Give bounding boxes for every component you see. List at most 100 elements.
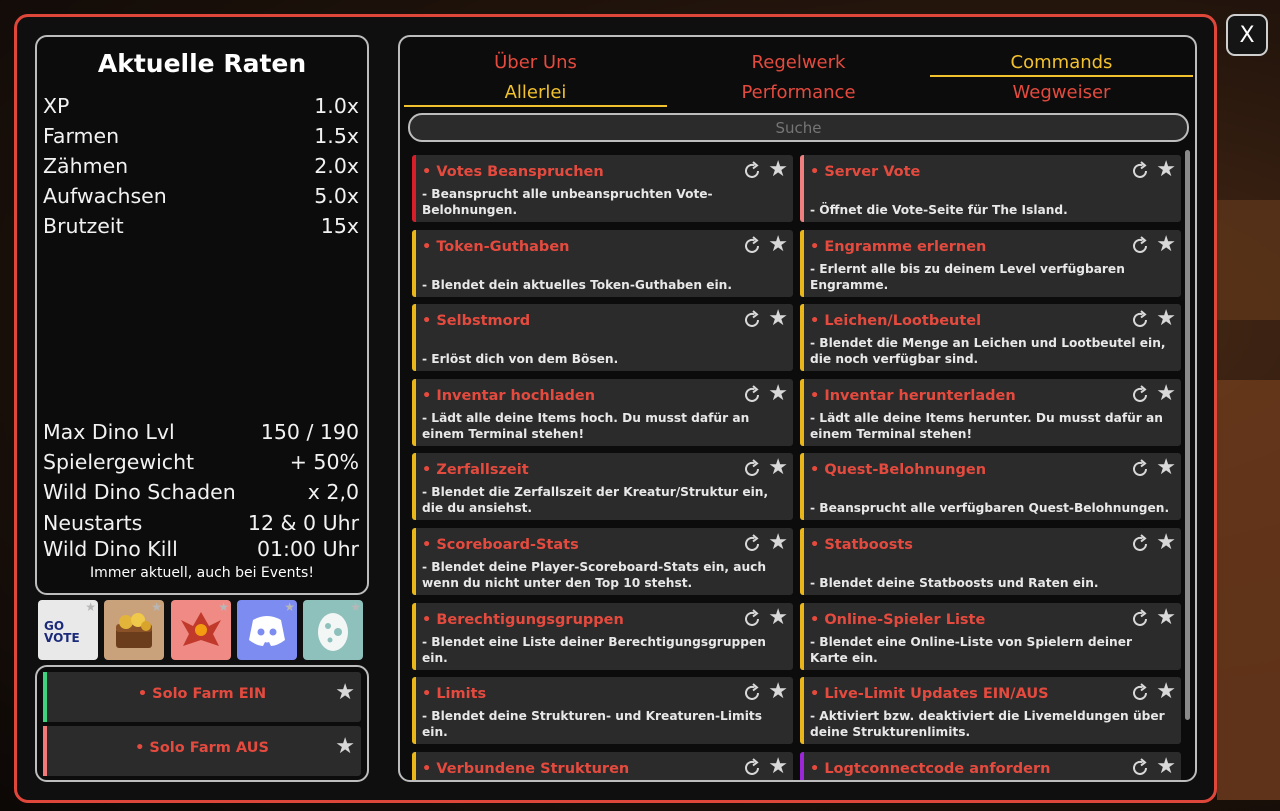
tab-regelwerk[interactable]: Regelwerk (667, 49, 930, 77)
treasure-shortcut[interactable]: ★ (104, 600, 164, 660)
go-vote-shortcut[interactable]: GO VOTE ★ (38, 600, 98, 660)
rate-label: Neustarts (43, 511, 143, 535)
rate-label: Wild Dino Kill (43, 537, 178, 561)
command-card[interactable]: • Engramme erlernen - Erlernt alle bis zu… (800, 229, 1181, 297)
refresh-icon[interactable] (1129, 160, 1151, 182)
solo-farm-card[interactable]: • Solo Farm EIN ★ (43, 672, 361, 722)
rate-label: Aufwachsen (43, 184, 167, 208)
favorite-star-icon[interactable]: ★ (1156, 605, 1176, 630)
favorite-star-icon[interactable]: ★ (768, 381, 788, 406)
command-name: • Online-Spieler Liste (810, 611, 986, 628)
favorite-star-icon[interactable]: ★ (335, 734, 355, 759)
favorite-star-icon[interactable]: ★ (1156, 381, 1176, 406)
refresh-icon[interactable] (1129, 533, 1151, 555)
refresh-icon[interactable] (741, 533, 763, 555)
favorite-star-icon[interactable]: ★ (768, 530, 788, 555)
discord-shortcut[interactable]: ★ (237, 600, 297, 660)
favorite-star-icon[interactable]: ★ (768, 306, 788, 331)
favorite-star-icon[interactable]: ★ (284, 601, 295, 613)
command-card[interactable]: • Logtconnectcode anfordern ★ (800, 751, 1181, 780)
tab-commands[interactable]: Commands (930, 49, 1193, 77)
favorite-star-icon[interactable]: ★ (768, 754, 788, 779)
command-card[interactable]: • Inventar herunterladen - Lädt alle dein… (800, 378, 1181, 446)
tab-allerlei[interactable]: Allerlei (404, 79, 667, 107)
command-description: - Aktiviert bzw. deaktiviert die Livemel… (810, 709, 1165, 740)
category-bar (800, 751, 804, 780)
favorite-star-icon[interactable]: ★ (1156, 157, 1176, 182)
go-vote-logo: GO VOTE (44, 619, 80, 645)
phoenix-shortcut[interactable]: ★ (171, 600, 231, 660)
command-card[interactable]: • Online-Spieler Liste - Blendet eine Onl… (800, 602, 1181, 670)
solo-farm-panel: • Solo Farm EIN ★ • Solo Farm AUS ★ (35, 665, 369, 782)
refresh-icon[interactable] (741, 160, 763, 182)
favorite-star-icon[interactable]: ★ (1156, 306, 1176, 331)
refresh-icon[interactable] (741, 458, 763, 480)
command-name: • Inventar hochladen (422, 387, 596, 404)
rate-label: Max Dino Lvl (43, 420, 175, 444)
favorite-star-icon[interactable]: ★ (1156, 455, 1176, 480)
favorite-star-icon[interactable]: ★ (768, 455, 788, 480)
command-description: - Blendet die Zerfallszeit der Kreatur/S… (422, 485, 769, 516)
refresh-icon[interactable] (1129, 608, 1151, 630)
favorite-star-icon[interactable]: ★ (335, 680, 355, 705)
refresh-icon[interactable] (741, 682, 763, 704)
command-card[interactable]: • Quest-Belohnungen - Beansprucht alle ve… (800, 453, 1181, 521)
command-card[interactable]: • Limits - Blendet deine Strukturen- und … (412, 677, 793, 745)
refresh-icon[interactable] (1129, 682, 1151, 704)
command-card[interactable]: • Live-Limit Updates EIN/AUS - Aktiviert … (800, 677, 1181, 745)
egg-shortcut[interactable]: ★ (303, 600, 363, 660)
command-card[interactable]: • Token-Guthaben - Blendet dein aktuelles… (412, 229, 793, 297)
category-bar (800, 229, 804, 297)
command-card[interactable]: • Inventar hochladen - Lädt alle deine It… (412, 378, 793, 446)
refresh-icon[interactable] (1129, 384, 1151, 406)
command-name: • Token-Guthaben (422, 238, 570, 255)
favorite-star-icon[interactable]: ★ (1156, 232, 1176, 257)
tab-über-uns[interactable]: Über Uns (404, 49, 667, 77)
refresh-icon[interactable] (1129, 458, 1151, 480)
command-card[interactable]: • Scoreboard-Stats - Blendet deine Player… (412, 528, 793, 595)
favorite-star-icon[interactable]: ★ (768, 232, 788, 257)
command-card[interactable]: • Votes Beanspruchen - Beansprucht alle u… (412, 155, 793, 222)
refresh-icon[interactable] (741, 235, 763, 257)
command-name: • Inventar herunterladen (810, 387, 1016, 404)
rate-row: Max Dino Lvl 150 / 190 (43, 417, 359, 447)
favorite-star-icon[interactable]: ★ (85, 601, 96, 613)
rate-value: + 50% (289, 450, 359, 474)
favorite-star-icon[interactable]: ★ (1156, 530, 1176, 555)
close-button[interactable]: X (1226, 14, 1268, 56)
favorite-star-icon[interactable]: ★ (768, 157, 788, 182)
favorite-star-icon[interactable]: ★ (218, 601, 229, 613)
search-input[interactable] (408, 113, 1189, 142)
favorite-star-icon[interactable]: ★ (350, 601, 361, 613)
command-card[interactable]: • Berechtigungsgruppen - Blendet eine Lis… (412, 602, 793, 670)
refresh-icon[interactable] (741, 384, 763, 406)
command-description: - Lädt alle deine Items hoch. Du musst d… (422, 410, 750, 441)
command-card[interactable]: • Leichen/Lootbeutel - Blendet die Menge … (800, 304, 1181, 372)
favorite-star-icon[interactable]: ★ (1156, 754, 1176, 779)
rate-value: 01:00 Uhr (256, 537, 359, 561)
command-card[interactable]: • Verbundene Strukturen ★ (412, 751, 793, 780)
command-description: - Beansprucht alle verfügbaren Quest-Bel… (810, 501, 1170, 516)
command-description: - Blendet eine Liste deiner Berechtigung… (422, 634, 766, 665)
command-card[interactable]: • Server Vote - Öffnet die Vote-Seite für… (800, 155, 1181, 222)
favorite-star-icon[interactable]: ★ (768, 605, 788, 630)
command-card[interactable]: • Selbstmord - Erlöst dich von dem Bösen.… (412, 304, 793, 372)
command-card[interactable]: • Statboosts - Blendet deine Statboosts u… (800, 528, 1181, 595)
refresh-icon[interactable] (741, 608, 763, 630)
command-card[interactable]: • Zerfallszeit - Blendet die Zerfallszeit… (412, 453, 793, 521)
favorite-star-icon[interactable]: ★ (1156, 679, 1176, 704)
commands-scrollbar[interactable] (1185, 150, 1190, 720)
refresh-icon[interactable] (1129, 309, 1151, 331)
solo-farm-card[interactable]: • Solo Farm AUS ★ (43, 726, 361, 776)
favorite-star-icon[interactable]: ★ (768, 679, 788, 704)
refresh-icon[interactable] (741, 309, 763, 331)
tab-wegweiser[interactable]: Wegweiser (930, 79, 1193, 107)
refresh-icon[interactable] (1129, 235, 1151, 257)
rate-value: x 2,0 (307, 480, 359, 504)
command-description: - Beansprucht alle unbeanspruchten Vote-… (422, 187, 713, 217)
refresh-icon[interactable] (1129, 757, 1151, 779)
tab-performance[interactable]: Performance (667, 79, 930, 107)
refresh-icon[interactable] (741, 757, 763, 779)
command-description: - Blendet deine Statboosts und Raten ein… (810, 576, 1099, 590)
favorite-star-icon[interactable]: ★ (151, 601, 162, 613)
